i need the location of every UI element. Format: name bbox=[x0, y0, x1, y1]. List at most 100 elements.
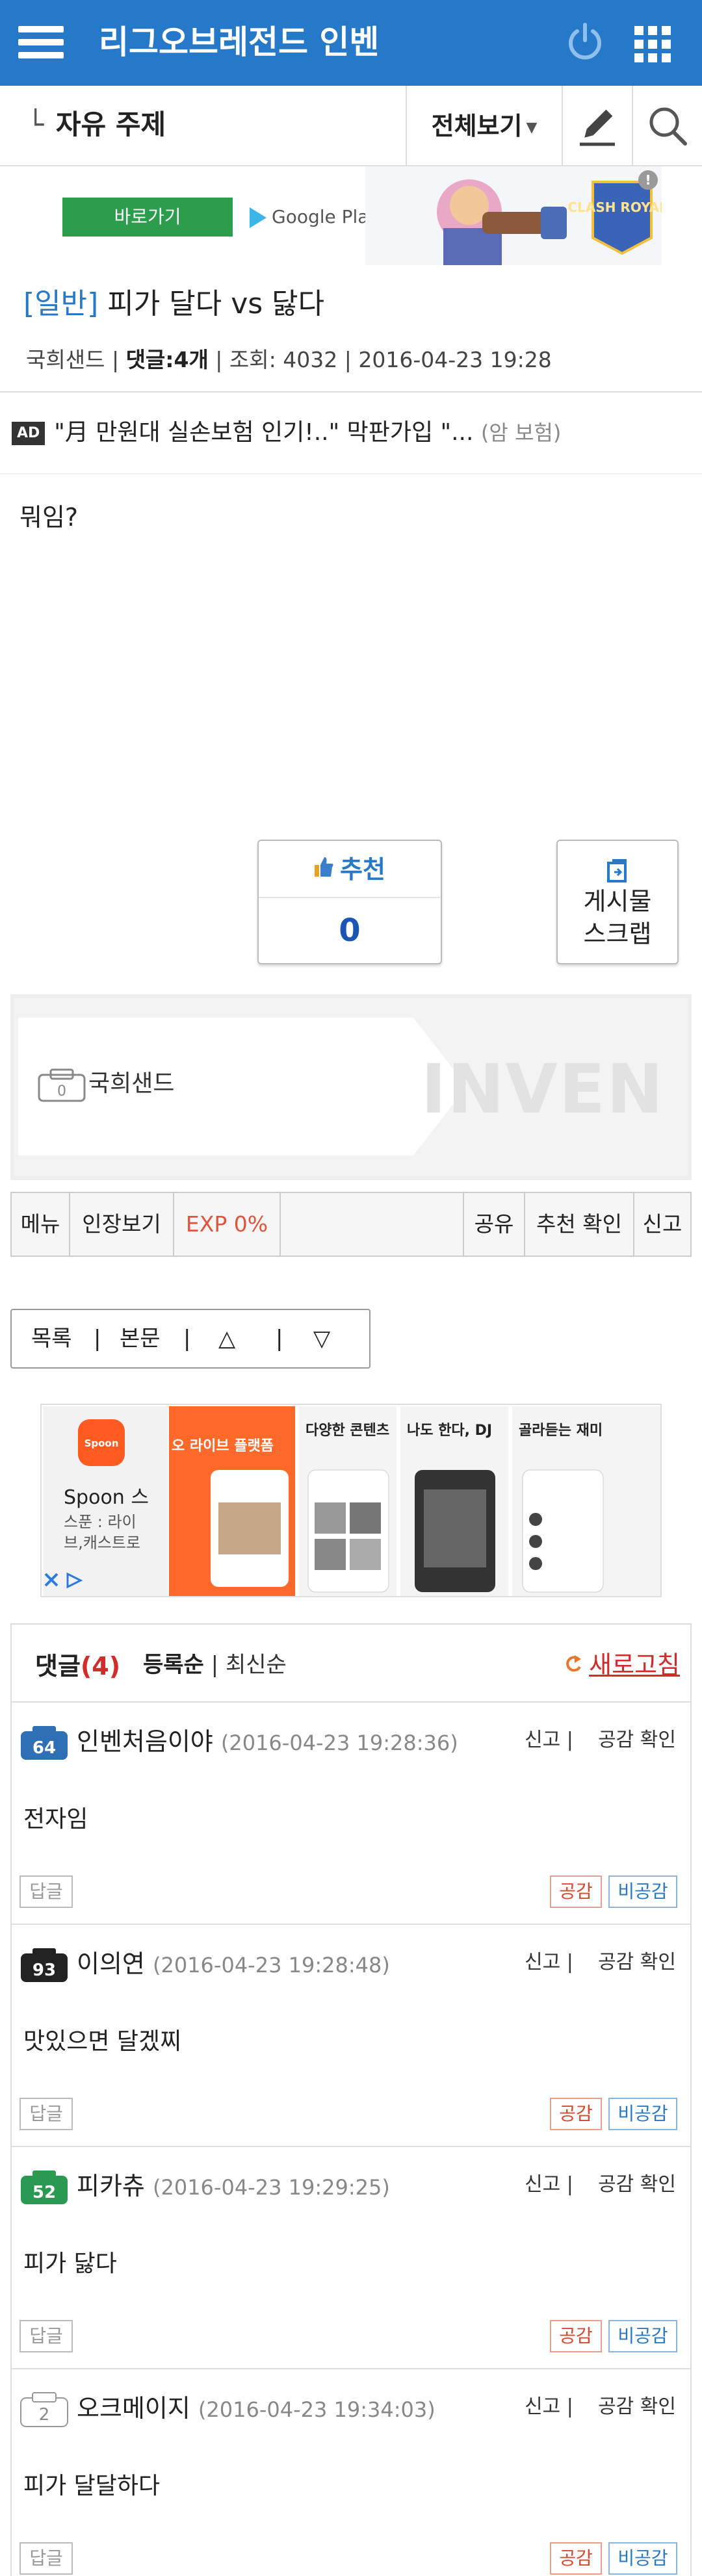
top-ad-banner[interactable]: 바로가기 Google Play CLASH ROYALE ! bbox=[40, 166, 662, 265]
share-button[interactable]: 공유 bbox=[464, 1193, 524, 1256]
post-comments-label: 댓글: bbox=[125, 347, 174, 372]
comment-item: 52 피카츄 (2016-04-23 19:29:25) 신고 | 공감 확인 … bbox=[12, 2147, 690, 2369]
apps-grid-icon[interactable] bbox=[633, 25, 672, 64]
agree-button[interactable]: 공감 bbox=[550, 1875, 602, 1908]
svg-text:93: 93 bbox=[32, 1961, 56, 1980]
reply-button[interactable]: 답글 bbox=[20, 2098, 73, 2130]
comment-item: 2 오크메이지 (2016-04-23 19:34:03) 신고 | 공감 확인… bbox=[12, 2369, 690, 2576]
post-views: 4032 bbox=[283, 347, 338, 372]
comment-author[interactable]: 피카츄 (2016-04-23 19:29:25) bbox=[77, 2167, 390, 2207]
comment-author[interactable]: 인벤처음이야 (2016-04-23 19:28:36) bbox=[77, 1722, 458, 1762]
agree-button[interactable]: 공감 bbox=[550, 2320, 602, 2352]
seal-view-button[interactable]: 인장보기 bbox=[70, 1193, 173, 1256]
agree-button[interactable]: 공감 bbox=[550, 2542, 602, 2575]
menu-button[interactable]: 메뉴 bbox=[12, 1193, 69, 1256]
comment-report-button[interactable]: 신고 | bbox=[525, 1951, 573, 1974]
comment-like-check-button[interactable]: 공감 확인 bbox=[598, 2395, 676, 2418]
svg-text:64: 64 bbox=[32, 1738, 56, 1758]
power-icon[interactable] bbox=[564, 21, 606, 62]
ad-go-button[interactable]: 바로가기 bbox=[62, 198, 233, 237]
comment-actions: 신고 | 공감 확인 bbox=[525, 2389, 676, 2425]
hamburger-menu-icon[interactable] bbox=[18, 22, 64, 62]
divider bbox=[0, 473, 702, 474]
comments-title: 댓글(4) bbox=[35, 1652, 121, 1681]
reply-button[interactable]: 답글 bbox=[20, 2542, 73, 2575]
comment-like-check-button[interactable]: 공감 확인 bbox=[598, 1951, 676, 1974]
post-title-text: 피가 달다 vs 닳다 bbox=[107, 287, 325, 320]
text-ad[interactable]: AD "月 만원대 실손보험 인기!.." 막판가입 "... (암 보험) bbox=[12, 415, 561, 451]
post-comments-count: 4개 bbox=[174, 347, 209, 372]
svg-text:52: 52 bbox=[32, 2183, 56, 2202]
site-title[interactable]: 리그오브레전드 인벤 bbox=[99, 19, 379, 65]
comments-count: (4) bbox=[80, 1652, 121, 1681]
comment-report-button[interactable]: 신고 | bbox=[525, 2173, 573, 2196]
refresh-button[interactable]: 새로고침 bbox=[566, 1645, 680, 1686]
spoon-app-ad[interactable]: Spoon Spoon 스 스푼 : 라이 브,캐스트로 오 라이브 플랫폼 다… bbox=[40, 1404, 662, 1597]
agree-button[interactable]: 공감 bbox=[550, 2098, 602, 2130]
scrap-button[interactable]: 게시물 스크랩 bbox=[556, 840, 679, 964]
text-ad-source: (암 보험) bbox=[480, 420, 562, 445]
view-all-dropdown[interactable]: 전체보기 ▼ bbox=[407, 86, 562, 166]
scrap-label-line1: 게시물 bbox=[583, 887, 652, 916]
breadcrumb-mark: └ bbox=[27, 109, 44, 140]
svg-text:브,캐스트로: 브,캐스트로 bbox=[64, 1534, 140, 1552]
level-badge-icon: 2 bbox=[20, 2392, 68, 2427]
spoon-ad-art: Spoon Spoon 스 스푼 : 라이 브,캐스트로 오 라이브 플랫폼 다… bbox=[42, 1405, 660, 1596]
post-category[interactable]: [일반] bbox=[23, 287, 98, 320]
comment-report-button[interactable]: 신고 | bbox=[525, 2395, 573, 2418]
comment-text: 피가 닳다 bbox=[23, 2250, 117, 2277]
top-app-bar: 리그오브레전드 인벤 bbox=[0, 0, 702, 86]
ad-info-icon[interactable]: ! bbox=[638, 170, 658, 190]
svg-text:0: 0 bbox=[57, 1083, 66, 1100]
report-button[interactable]: 신고 bbox=[634, 1193, 690, 1256]
svg-text:스푼 : 라이: 스푼 : 라이 bbox=[64, 1513, 136, 1531]
post-toolbar: 메뉴 인장보기 EXP 0% 공유 추천 확인 신고 bbox=[10, 1192, 692, 1257]
search-icon[interactable] bbox=[633, 86, 702, 166]
list-button[interactable]: 목록 bbox=[31, 1310, 72, 1367]
exp-indicator: EXP 0% bbox=[185, 1211, 268, 1237]
reply-button[interactable]: 답글 bbox=[20, 2320, 73, 2352]
svg-text:골라듣는 재미: 골라듣는 재미 bbox=[519, 1423, 603, 1439]
svg-text:Spoon 스: Spoon 스 bbox=[64, 1486, 149, 1509]
comment-date: (2016-04-23 19:34:03) bbox=[198, 2397, 436, 2422]
comment-like-check-button[interactable]: 공감 확인 bbox=[598, 2173, 676, 2196]
recommend-button[interactable]: 추천 0 bbox=[257, 840, 442, 964]
svg-text:2: 2 bbox=[39, 2405, 50, 2425]
board-breadcrumb[interactable]: └ 자유 주제 bbox=[27, 105, 166, 144]
svg-text:오 라이브 플랫폼: 오 라이브 플랫폼 bbox=[172, 1438, 274, 1454]
post-author[interactable]: 국희샌드 bbox=[26, 347, 105, 372]
body-button[interactable]: 본문 bbox=[120, 1310, 161, 1367]
disagree-button[interactable]: 비공감 bbox=[608, 2098, 677, 2130]
comment-item: 64 인벤처음이야 (2016-04-23 19:28:36) 신고 | 공감 … bbox=[12, 1703, 690, 1925]
comment-author[interactable]: 오크메이지 (2016-04-23 19:34:03) bbox=[77, 2389, 436, 2429]
sort-registered-button[interactable]: 등록순 bbox=[143, 1652, 204, 1678]
comment-actions: 신고 | 공감 확인 bbox=[525, 1722, 676, 1758]
comment-text: 맛있으면 달겠찌 bbox=[23, 2028, 182, 2055]
author-box: 0 국희샌드 INVEN bbox=[10, 994, 692, 1180]
game-logo-text: CLASH ROYALE bbox=[567, 200, 662, 215]
disagree-button[interactable]: 비공감 bbox=[608, 1875, 677, 1908]
sort-newest-button[interactable]: 최신순 bbox=[226, 1652, 287, 1678]
text-ad-headline[interactable]: "月 만원대 실손보험 인기!.." 막판가입 "... bbox=[54, 419, 473, 446]
comment-author[interactable]: 이의연 (2016-04-23 19:28:48) bbox=[77, 1944, 390, 1985]
recommend-label-row: 추천 bbox=[259, 841, 441, 898]
disagree-button[interactable]: 비공감 bbox=[608, 2542, 677, 2575]
next-post-down-icon[interactable]: ▽ bbox=[313, 1310, 330, 1367]
divider bbox=[280, 1193, 281, 1256]
comment-date: (2016-04-23 19:28:48) bbox=[152, 1953, 390, 1977]
comments-sort: 등록순 | 최신순 bbox=[143, 1652, 287, 1678]
disagree-button[interactable]: 비공감 bbox=[608, 2320, 677, 2352]
prev-post-up-icon[interactable]: △ bbox=[218, 1310, 235, 1367]
level-badge-icon: 64 bbox=[21, 1726, 68, 1760]
comment-text: 전자임 bbox=[23, 1806, 88, 1833]
comment-report-button[interactable]: 신고 | bbox=[525, 1729, 573, 1751]
ad-tag: AD bbox=[12, 422, 46, 445]
reply-button[interactable]: 답글 bbox=[20, 1875, 73, 1908]
post-views-label: 조회: bbox=[229, 347, 276, 372]
write-pencil-icon[interactable] bbox=[563, 86, 632, 166]
recommend-check-button[interactable]: 추천 확인 bbox=[525, 1193, 633, 1256]
board-navbar: └ 자유 주제 전체보기 ▼ bbox=[0, 86, 702, 166]
author-name[interactable]: 국희샌드 bbox=[88, 1066, 174, 1102]
comment-like-check-button[interactable]: 공감 확인 bbox=[598, 1729, 676, 1751]
refresh-icon bbox=[566, 1647, 582, 1686]
